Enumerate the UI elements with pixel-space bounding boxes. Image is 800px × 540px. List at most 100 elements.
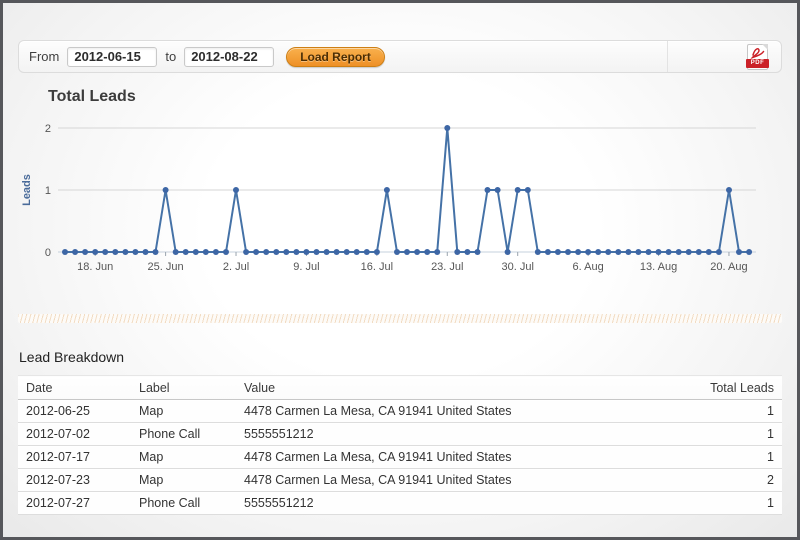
table-cell: Map <box>131 400 236 423</box>
x-tick-label: 23. Jul <box>431 261 463 273</box>
data-point-marker <box>384 187 390 193</box>
x-tick-label: 16. Jul <box>361 261 393 273</box>
from-date-input[interactable] <box>67 47 157 67</box>
table-cell: Phone Call <box>131 423 236 446</box>
data-point-marker <box>233 187 239 193</box>
data-point-marker <box>525 187 531 193</box>
y-tick-label: 0 <box>45 247 51 259</box>
data-point-marker <box>293 249 299 255</box>
table-cell: 1 <box>672 446 782 469</box>
data-point-marker <box>646 249 652 255</box>
table-cell: 4478 Carmen La Mesa, CA 91941 United Sta… <box>236 469 672 492</box>
pdf-fold-corner-icon <box>762 44 768 50</box>
data-point-marker <box>585 249 591 255</box>
chart-plot-area: 012Leads18. Jun25. Jun2. Jul9. Jul16. Ju… <box>3 85 797 290</box>
data-point-marker <box>475 249 481 255</box>
table-cell: 1 <box>672 492 782 515</box>
table-row: 2012-07-02Phone Call55555512121 <box>18 423 782 446</box>
table-cell: Map <box>131 469 236 492</box>
filter-bar: From to Load Report PDF <box>18 40 782 73</box>
data-point-marker <box>555 249 561 255</box>
data-point-marker <box>143 249 149 255</box>
data-point-marker <box>213 249 219 255</box>
pdf-label: PDF <box>746 59 769 68</box>
y-tick-label: 1 <box>45 185 51 197</box>
table-row: 2012-07-27Phone Call55555512121 <box>18 492 782 515</box>
table-cell: 2012-07-27 <box>18 492 131 515</box>
x-tick-label: 30. Jul <box>501 261 533 273</box>
data-point-marker <box>464 249 470 255</box>
data-point-marker <box>676 249 682 255</box>
data-point-marker <box>354 249 360 255</box>
table-cell: 2012-07-17 <box>18 446 131 469</box>
pdf-export-icon[interactable]: PDF <box>747 44 768 70</box>
data-point-marker <box>726 187 732 193</box>
x-tick-label: 13. Aug <box>640 261 677 273</box>
data-point-marker <box>72 249 78 255</box>
data-point-marker <box>575 249 581 255</box>
data-point-marker <box>153 249 159 255</box>
data-point-marker <box>364 249 370 255</box>
data-point-marker <box>102 249 108 255</box>
data-point-marker <box>545 249 551 255</box>
table-cell: 2 <box>672 469 782 492</box>
table-heading: Lead Breakdown <box>19 349 124 365</box>
column-header-total-leads: Total Leads <box>672 376 782 400</box>
table-cell: 1 <box>672 423 782 446</box>
data-point-marker <box>374 249 380 255</box>
column-header-value: Value <box>236 376 672 400</box>
data-point-marker <box>696 249 702 255</box>
table-header-row: DateLabelValueTotal Leads <box>18 376 782 400</box>
data-point-marker <box>314 249 320 255</box>
table-cell: 1 <box>672 400 782 423</box>
data-point-marker <box>565 249 571 255</box>
data-point-marker <box>62 249 68 255</box>
table-cell: 2012-06-25 <box>18 400 131 423</box>
data-point-marker <box>716 249 722 255</box>
data-point-marker <box>656 249 662 255</box>
table-cell: 2012-07-23 <box>18 469 131 492</box>
data-point-marker <box>163 187 169 193</box>
table-row: 2012-07-23Map4478 Carmen La Mesa, CA 919… <box>18 469 782 492</box>
to-label: to <box>165 49 176 64</box>
data-point-marker <box>132 249 138 255</box>
data-point-marker <box>223 249 229 255</box>
data-point-marker <box>253 249 259 255</box>
data-point-marker <box>263 249 269 255</box>
data-point-marker <box>203 249 209 255</box>
data-point-marker <box>535 249 541 255</box>
data-point-marker <box>334 249 340 255</box>
data-point-marker <box>595 249 601 255</box>
data-point-marker <box>404 249 410 255</box>
data-point-marker <box>173 249 179 255</box>
table-cell: 4478 Carmen La Mesa, CA 91941 United Sta… <box>236 400 672 423</box>
data-point-marker <box>746 249 752 255</box>
table-cell: 2012-07-02 <box>18 423 131 446</box>
filter-bar-divider <box>667 41 668 72</box>
total-leads-chart: Total Leads 012Leads18. Jun25. Jun2. Jul… <box>3 85 797 290</box>
data-point-marker <box>283 249 289 255</box>
y-tick-label: 2 <box>45 123 51 135</box>
x-tick-label: 25. Jun <box>148 261 184 273</box>
x-tick-label: 6. Aug <box>573 261 604 273</box>
data-point-marker <box>122 249 128 255</box>
to-date-input[interactable] <box>184 47 274 67</box>
table-cell: 5555551212 <box>236 423 672 446</box>
data-point-marker <box>92 249 98 255</box>
x-tick-label: 2. Jul <box>223 261 249 273</box>
data-point-marker <box>495 187 501 193</box>
data-point-marker <box>485 187 491 193</box>
data-point-marker <box>82 249 88 255</box>
data-point-marker <box>193 249 199 255</box>
y-axis-title: Leads <box>21 174 33 206</box>
data-point-marker <box>414 249 420 255</box>
table-row: 2012-06-25Map4478 Carmen La Mesa, CA 919… <box>18 400 782 423</box>
x-tick-label: 9. Jul <box>293 261 319 273</box>
data-point-marker <box>605 249 611 255</box>
x-tick-label: 20. Aug <box>710 261 747 273</box>
load-report-button[interactable]: Load Report <box>286 47 385 67</box>
data-point-marker <box>505 249 511 255</box>
data-point-marker <box>686 249 692 255</box>
table-cell: Map <box>131 446 236 469</box>
data-point-marker <box>515 187 521 193</box>
